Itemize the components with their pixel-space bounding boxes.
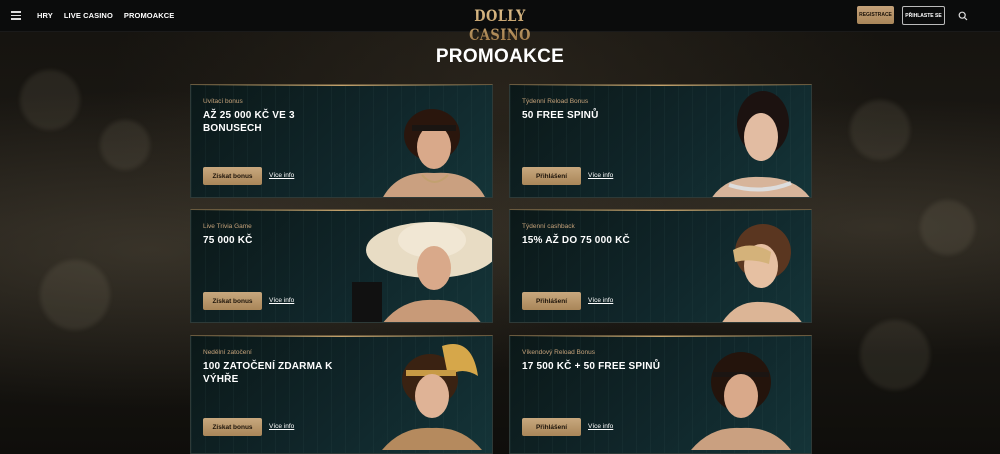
promo-title: 100 ZATOČENÍ ZDARMA K VÝHŘE bbox=[203, 361, 333, 385]
login-promo-button[interactable]: Přihlášení bbox=[522, 418, 581, 436]
more-info-link[interactable]: Více info bbox=[269, 423, 294, 430]
promo-card: Live Trivia Game 75 000 KČ Získat bonus … bbox=[190, 209, 493, 323]
background-bokeh bbox=[40, 260, 110, 330]
background-bokeh bbox=[850, 100, 910, 160]
top-header: HRY LIVE CASINO PROMOAKCE DOLLY CASINO R… bbox=[0, 0, 1000, 44]
hamburger-menu-icon[interactable] bbox=[11, 11, 21, 20]
woman-portrait-image bbox=[712, 91, 810, 197]
register-button[interactable]: REGISTRACE bbox=[857, 6, 894, 24]
promo-card: Nedělní zatočení 100 ZATOČENÍ ZDARMA K V… bbox=[190, 335, 493, 454]
get-bonus-button[interactable]: Získat bonus bbox=[203, 292, 262, 310]
woman-portrait-image bbox=[382, 344, 482, 450]
promo-card: Týdenní Reload Bonus 50 FREE SPINŮ Přihl… bbox=[509, 84, 812, 198]
promo-title: 17 500 KČ + 50 FREE SPINŮ bbox=[522, 361, 661, 372]
site-logo[interactable]: DOLLY CASINO bbox=[458, 6, 542, 44]
promo-title: 50 FREE SPINŮ bbox=[522, 110, 599, 121]
more-info-link[interactable]: Více info bbox=[588, 297, 613, 304]
more-info-link[interactable]: Více info bbox=[269, 172, 294, 179]
background-bokeh bbox=[860, 320, 930, 390]
main-nav: HRY LIVE CASINO PROMOAKCE bbox=[37, 11, 174, 20]
promo-subtitle: Live Trivia Game bbox=[203, 223, 252, 230]
more-info-link[interactable]: Více info bbox=[588, 423, 613, 430]
promo-subtitle: Nedělní zatočení bbox=[203, 349, 252, 356]
nav-item-games[interactable]: HRY bbox=[37, 11, 53, 20]
promo-subtitle: Uvítací bonus bbox=[203, 98, 243, 105]
promo-title: 75 000 KČ bbox=[203, 235, 253, 246]
background-bokeh bbox=[100, 120, 150, 170]
promo-card: Víkendový Reload Bonus 17 500 KČ + 50 FR… bbox=[509, 335, 812, 454]
promo-title: AŽ 25 000 KČ VE 3 BONUSECH bbox=[203, 110, 295, 134]
search-icon[interactable] bbox=[958, 11, 968, 21]
woman-portrait-image bbox=[722, 224, 802, 322]
background-bokeh bbox=[920, 200, 975, 255]
more-info-link[interactable]: Více info bbox=[269, 297, 294, 304]
login-promo-button[interactable]: Přihlášení bbox=[522, 292, 581, 310]
promo-title: 15% AŽ DO 75 000 KČ bbox=[522, 235, 630, 246]
promo-subtitle: Týdenní Reload Bonus bbox=[522, 98, 589, 105]
promo-card: Týdenní cashback 15% AŽ DO 75 000 KČ Při… bbox=[509, 209, 812, 323]
more-info-link[interactable]: Více info bbox=[588, 172, 613, 179]
login-promo-button[interactable]: Přihlášení bbox=[522, 167, 581, 185]
promo-subtitle: Týdenní cashback bbox=[522, 223, 575, 230]
page-title: PROMOAKCE bbox=[435, 46, 565, 67]
nav-item-promotions[interactable]: PROMOAKCE bbox=[124, 11, 175, 20]
background-bokeh bbox=[20, 70, 80, 130]
promo-card: Uvítací bonus AŽ 25 000 KČ VE 3 BONUSECH… bbox=[190, 84, 493, 198]
nav-item-live-casino[interactable]: LIVE CASINO bbox=[64, 11, 113, 20]
woman-portrait-image bbox=[352, 222, 492, 322]
woman-portrait-image bbox=[383, 109, 485, 197]
promo-subtitle: Víkendový Reload Bonus bbox=[522, 349, 595, 356]
woman-portrait-image bbox=[691, 352, 791, 450]
login-button[interactable]: PŘIHLASTE SE bbox=[902, 6, 945, 25]
get-bonus-button[interactable]: Získat bonus bbox=[203, 167, 262, 185]
get-bonus-button[interactable]: Získat bonus bbox=[203, 418, 262, 436]
